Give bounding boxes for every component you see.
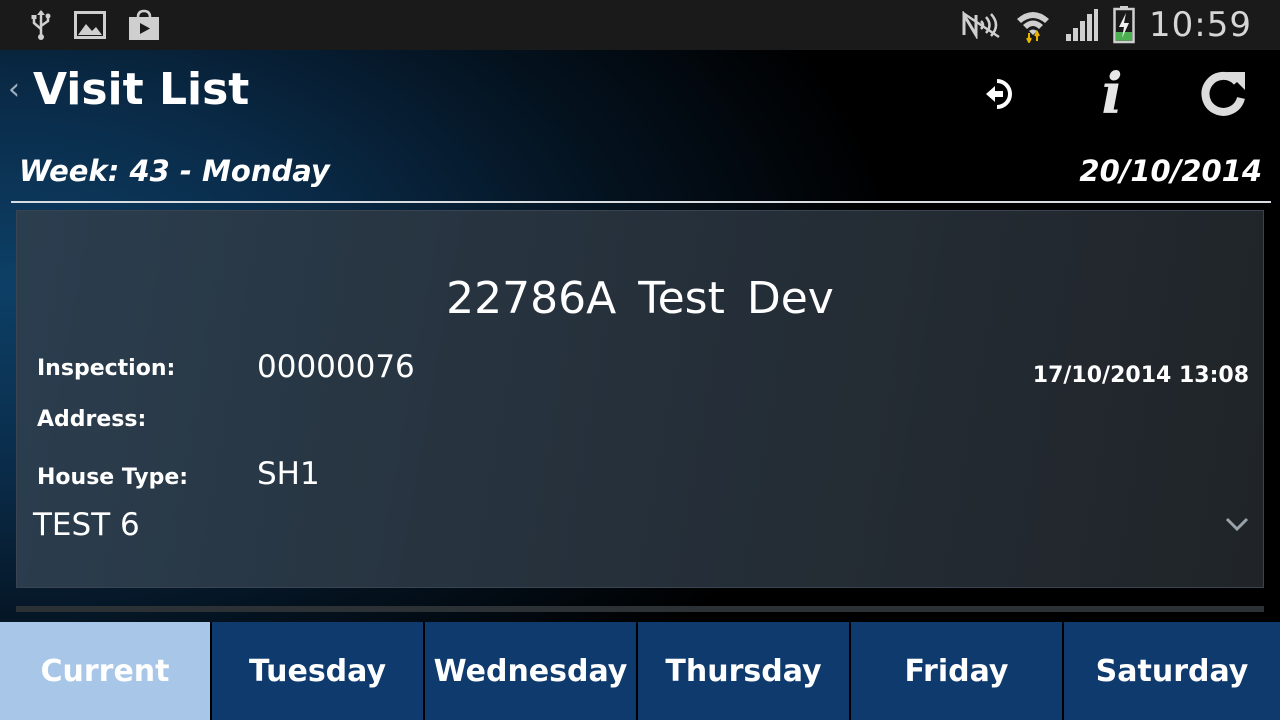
day-tabs: Current Tuesday Wednesday Thursday Frida… (0, 622, 1280, 720)
visit-note: TEST 6 (33, 507, 140, 543)
address-label: Address: (37, 407, 147, 432)
week-header: Week: 43 - Monday 20/10/2014 (0, 150, 1280, 200)
refresh-icon (1201, 71, 1245, 116)
visit-title: 22786A Test Dev (446, 273, 834, 324)
house-type-value: SH1 (257, 456, 320, 492)
week-label: Week: 43 - Monday (19, 154, 330, 188)
app-content: ‹ Visit List i Week: 43 - Monday 20/10/2… (0, 50, 1280, 720)
header-divider (11, 201, 1271, 203)
signal-icon (1065, 8, 1099, 42)
status-bar: 10:59 (0, 0, 1280, 50)
usb-icon (30, 9, 52, 41)
wifi-icon (1015, 7, 1051, 43)
inspection-value: 00000076 (257, 349, 415, 385)
status-clock: 10:59 (1149, 5, 1252, 45)
battery-charging-icon (1113, 6, 1135, 44)
next-card-edge (16, 606, 1264, 612)
page-title[interactable]: Visit List (33, 64, 249, 115)
nfc-off-icon (961, 11, 1001, 39)
back-chevron-icon[interactable]: ‹ (8, 72, 20, 107)
visit-card[interactable]: 22786A Test Dev Inspection: 00000076 17/… (16, 210, 1264, 588)
shopping-bag-icon (128, 9, 160, 41)
refresh-button[interactable] (1193, 64, 1253, 124)
logout-button[interactable] (970, 64, 1030, 124)
tab-current[interactable]: Current (0, 622, 210, 720)
logout-icon (986, 79, 1012, 109)
tab-thursday[interactable]: Thursday (638, 622, 849, 720)
chevron-down-icon[interactable] (1225, 516, 1249, 537)
tab-saturday[interactable]: Saturday (1064, 622, 1280, 720)
image-icon (74, 11, 106, 39)
visit-datetime: 17/10/2014 13:08 (1032, 363, 1249, 388)
house-type-label: House Type: (37, 465, 189, 490)
tab-tuesday[interactable]: Tuesday (212, 622, 423, 720)
action-bar: ‹ Visit List i (0, 50, 1280, 135)
info-icon: i (1101, 61, 1123, 127)
info-button[interactable]: i (1082, 64, 1142, 124)
current-date: 20/10/2014 (1079, 154, 1262, 188)
inspection-label: Inspection: (37, 356, 176, 381)
tab-friday[interactable]: Friday (851, 622, 1062, 720)
tab-wednesday[interactable]: Wednesday (425, 622, 636, 720)
